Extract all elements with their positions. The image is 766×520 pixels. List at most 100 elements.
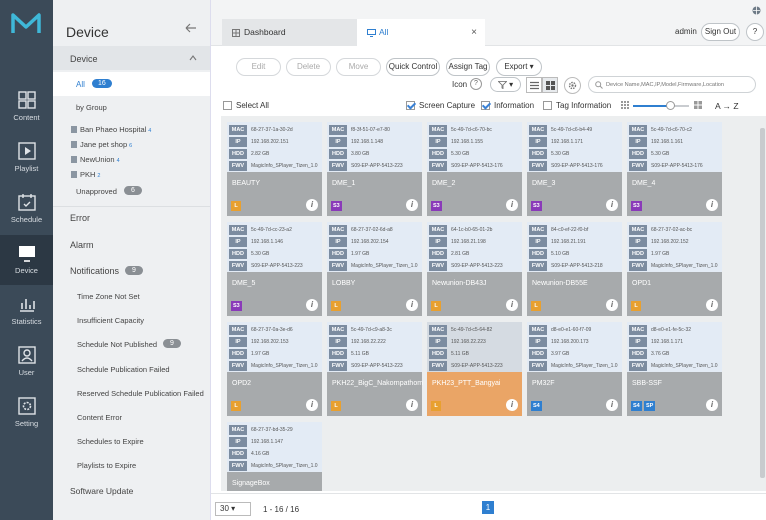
sort-toggle[interactable]: A → Z [715,101,739,111]
large-grid-icon [694,101,702,109]
move-button[interactable]: Move [336,58,381,76]
collapse-arrow-icon[interactable] [185,23,197,33]
sidebar-section-device[interactable]: Device [53,46,210,70]
field-label-mac: MAC [429,125,447,135]
list-view-button[interactable] [526,77,542,93]
field-label-mac: MAC [629,325,647,335]
search-input[interactable] [606,79,751,91]
field-value-ip: 192.168.202.152 [651,239,689,245]
nav-item-content[interactable]: Content [0,82,53,132]
page-size-select[interactable]: 30 ▾ [215,502,251,516]
info-icon[interactable]: i [306,399,318,411]
field-value-fwv: S09-EP-APP-5413-223 [351,363,403,369]
screen-capture-checkbox[interactable]: Screen Capture [406,101,475,111]
device-card[interactable]: MAC 68-27-37-0a-3e-d6 IP 192.168.202.153 HDD… [227,322,322,416]
field-value-fwv: S09-EP-APP-5413-176 [651,163,703,169]
field-label-mac: MAC [429,325,447,335]
sidebar-item-all[interactable]: All 16 [53,72,210,96]
nav-item-playlist[interactable]: Playlist [0,133,53,183]
info-icon[interactable]: i [606,299,618,311]
device-name: PKH23_PTT_Bangyai [432,380,501,387]
info-icon[interactable]: i [706,299,718,311]
settings-button[interactable] [564,77,581,94]
device-card[interactable]: MAC 5c-49-7d-c5-64-82 IP 192.168.22.223 HDD 5… [427,322,522,416]
info-icon[interactable]: i [306,299,318,311]
device-card[interactable]: MAC 68-27-37-02-ac-bc IP 192.168.202.152 HDD… [627,222,722,316]
info-icon[interactable]: i [406,299,418,311]
nav-item-schedule[interactable]: Schedule [0,184,53,234]
info-icon[interactable]: i [406,199,418,211]
field-label-hdd: HDD [429,149,447,159]
chevron-up-icon [189,55,197,61]
info-icon[interactable]: i [706,199,718,211]
device-card[interactable]: MAC 5c-49-7d-c6-70-c2 IP 192.168.1.161 HDD 5.… [627,122,722,216]
zoom-slider[interactable] [633,101,689,110]
grid-scrollbar[interactable] [759,116,766,491]
assign-tag-button[interactable]: Assign Tag [446,58,490,76]
field-value-hdd: 5.30 GB [551,151,570,157]
info-icon[interactable]: i [506,199,518,211]
field-value-hdd: 5.30 GB [451,151,470,157]
field-label-hdd: HDD [429,349,447,359]
device-card[interactable]: MAC 68-27-37-02-6d-a8 IP 192.168.202.154 HDD… [327,222,422,316]
help-button[interactable]: ? [746,23,764,41]
select-all-checkbox[interactable]: Select All [223,101,269,111]
field-label-hdd: HDD [229,149,247,159]
field-value-mac: 5c-49-7d-c9-a8-3c [351,327,392,333]
field-label-mac: MAC [229,225,247,235]
field-value-hdd: 5.11 GB [351,351,369,357]
device-card[interactable]: MAC f8-3f-51-07-e7-80 IP 192.168.1.148 HDD 3.… [327,122,422,216]
device-card[interactable]: MAC 5c-49-7d-c6-b4-49 IP 192.168.1.171 HDD 5.… [527,122,622,216]
field-label-fwv: FWV [429,361,447,371]
tag-information-checkbox[interactable]: Tag Information [543,101,611,111]
grid-view-button[interactable] [542,77,558,93]
filter-dropdown[interactable]: ▾ [490,77,521,92]
field-label-mac: MAC [429,225,447,235]
icon-help-icon[interactable]: ? [470,78,482,90]
nav-item-statistics[interactable]: Statistics [0,286,53,336]
export-button[interactable]: Export ▾ [496,58,542,76]
nav-item-device[interactable]: Device [0,235,53,285]
info-icon[interactable]: i [606,399,618,411]
device-card[interactable]: MAC 64-1c-b0-65-01-2b IP 192.168.21.198 HDD 2… [427,222,522,316]
device-card[interactable]: MAC d8-e0-e1-fe-5c-32 IP 192.168.1.171 HDD 3.… [627,322,722,416]
info-icon[interactable]: i [306,199,318,211]
search-box[interactable] [588,76,756,93]
group-count: 4 [116,158,120,164]
sign-out-button[interactable]: Sign Out [701,23,740,41]
page-button-1[interactable]: 1 [482,501,494,514]
magicinfo-logo[interactable] [9,11,43,37]
zoom-slider-handle[interactable] [666,101,675,110]
nav-item-setting[interactable]: Setting [0,388,53,438]
info-icon[interactable]: i [406,399,418,411]
field-label-hdd: HDD [629,249,647,259]
device-card[interactable]: MAC 5c-49-7d-c6-70-bc IP 192.168.1.155 HDD 5.… [427,122,522,216]
device-card[interactable]: MAC 84-c0-ef-22-f0-bf IP 192.168.21.191 HDD 5… [527,222,622,316]
field-label-fwv: FWV [629,361,647,371]
edit-button[interactable]: Edit [236,58,281,76]
info-icon[interactable]: i [706,399,718,411]
info-icon[interactable]: i [606,199,618,211]
field-value-ip: 192.168.1.155 [451,139,483,145]
close-tab-icon[interactable]: × [471,19,477,46]
delete-button[interactable]: Delete [286,58,331,76]
field-label-ip: IP [429,237,447,247]
field-label-hdd: HDD [329,149,347,159]
tab-all[interactable]: All × [357,19,485,46]
nav-item-user[interactable]: User [0,337,53,387]
device-card[interactable]: MAC 68-27-37-1a-30-2d IP 192.168.202.151 HDD… [227,122,322,216]
device-card[interactable]: MAC d8-e0-e1-60-f7-09 IP 192.168.200.173 HDD… [527,322,622,416]
device-type-badge: L [331,401,341,411]
quick-control-button[interactable]: Quick Control [386,58,440,76]
device-card[interactable]: MAC 68-27-37-bd-35-29 IP 192.168.1.147 HDD 4.… [227,422,322,491]
tab-dashboard[interactable]: Dashboard [222,19,362,46]
info-icon[interactable]: i [506,399,518,411]
info-icon[interactable]: i [506,299,518,311]
setting-icon [17,397,36,415]
scrollbar-thumb[interactable] [760,128,765,478]
device-card[interactable]: MAC 5c-49-7d-cc-23-a2 IP 192.168.1.146 HDD 5.… [227,222,322,316]
globe-icon[interactable] [752,6,761,15]
information-checkbox[interactable]: Information [481,101,534,111]
pagination-footer: 30 ▾ 1 - 16 / 16 1 [211,493,766,520]
device-card[interactable]: MAC 5c-49-7d-c9-a8-3c IP 192.168.22.222 HDD 5… [327,322,423,416]
